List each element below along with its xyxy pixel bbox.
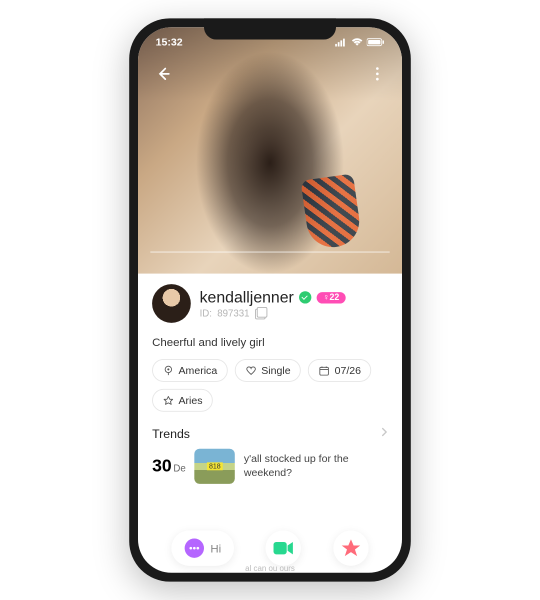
chip-birthday[interactable]: 07/26 [308, 359, 371, 382]
wifi-icon [351, 38, 363, 47]
verified-badge-icon [299, 291, 311, 303]
more-button[interactable] [365, 62, 390, 87]
video-call-button[interactable] [266, 531, 301, 566]
id-row: ID: 897331 [200, 308, 388, 319]
chat-icon [184, 538, 205, 559]
video-icon [273, 540, 294, 556]
profile-content: kendalljenner ♀22 ID: 897331 Cheerful an… [138, 274, 402, 484]
hi-button[interactable]: Hi [172, 531, 234, 566]
calendar-icon [319, 365, 330, 376]
phone-screen: 15:32 [138, 27, 402, 573]
video-progress-line[interactable] [150, 252, 389, 253]
status-time: 15:32 [156, 36, 183, 48]
phone-notch [204, 18, 336, 39]
trend-thumbnail [195, 449, 235, 484]
location-icon [163, 365, 174, 376]
chip-location[interactable]: America [152, 359, 228, 382]
star-icon [163, 395, 174, 406]
name-row: kendalljenner ♀22 [200, 288, 388, 306]
faded-footer-text: al can ou ours [245, 564, 295, 573]
trend-day: 30 [152, 456, 172, 476]
trend-month: De [173, 463, 185, 474]
gender-age-badge: ♀22 [317, 292, 346, 303]
avatar[interactable] [152, 284, 191, 323]
copy-icon[interactable] [255, 308, 266, 319]
trends-title: Trends [152, 427, 190, 441]
trend-text: y'all stocked up for the weekend? [244, 453, 388, 480]
trends-header[interactable]: Trends [152, 426, 388, 442]
phone-frame: 15:32 [129, 18, 411, 581]
chip-zodiac-label: Aries [178, 394, 202, 406]
heart-icon [245, 365, 256, 376]
signal-icon [335, 38, 347, 47]
chevron-right-icon [381, 426, 388, 442]
chip-birthday-label: 07/26 [335, 364, 361, 376]
star-fill-icon [340, 538, 361, 559]
username: kendalljenner [200, 288, 294, 306]
trend-date: 30 De [152, 456, 186, 476]
chip-status[interactable]: Single [235, 359, 301, 382]
trend-item[interactable]: 30 De y'all stocked up for the weekend? [152, 449, 388, 484]
back-button[interactable] [150, 62, 175, 87]
chip-zodiac[interactable]: Aries [152, 389, 213, 412]
battery-icon [367, 38, 385, 47]
chip-location-label: America [178, 364, 217, 376]
favorite-button[interactable] [333, 531, 368, 566]
status-indicators [335, 38, 384, 47]
top-nav [138, 61, 402, 87]
profile-info: kendalljenner ♀22 ID: 897331 [200, 288, 388, 319]
id-value: 897331 [217, 308, 249, 319]
profile-chips: America Single 07/26 Aries [152, 359, 388, 412]
bio-text: Cheerful and lively girl [152, 335, 388, 348]
hi-label: Hi [210, 542, 221, 555]
profile-header: kendalljenner ♀22 ID: 897331 [152, 284, 388, 323]
more-vertical-icon [376, 67, 380, 81]
id-label: ID: [200, 308, 212, 319]
chip-status-label: Single [261, 364, 290, 376]
action-bar: Hi [138, 531, 402, 566]
arrow-left-icon [154, 65, 172, 83]
